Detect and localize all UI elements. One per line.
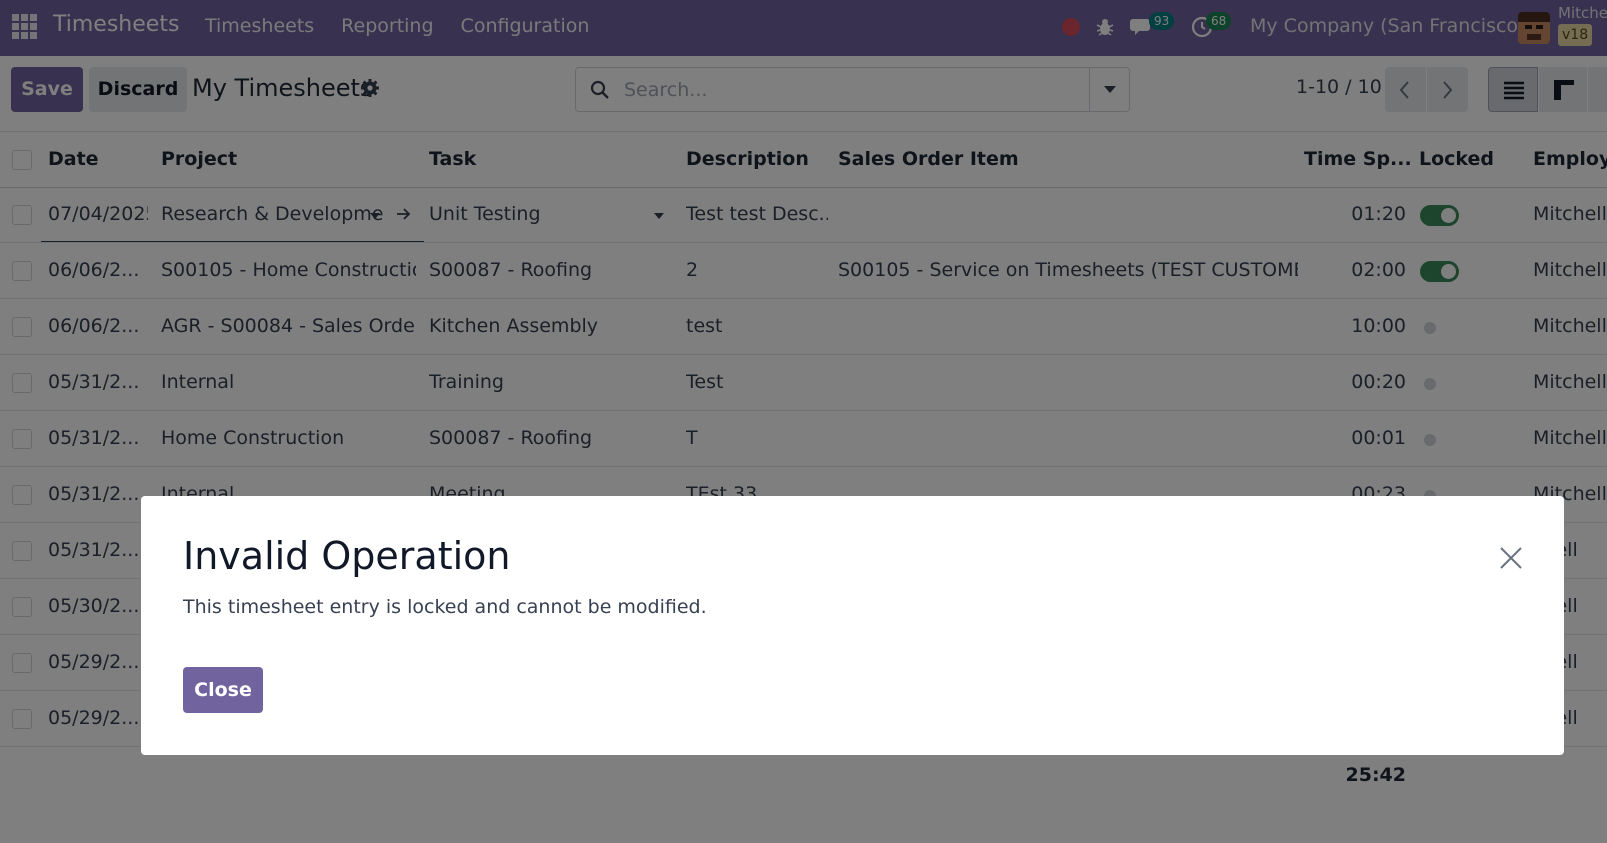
dialog-message: This timesheet entry is locked and canno… — [183, 596, 707, 618]
dialog-title: Invalid Operation — [183, 534, 511, 578]
close-button[interactable]: Close — [183, 667, 263, 713]
close-icon[interactable] — [1499, 546, 1523, 570]
invalid-operation-dialog: Invalid Operation This timesheet entry i… — [141, 496, 1564, 755]
